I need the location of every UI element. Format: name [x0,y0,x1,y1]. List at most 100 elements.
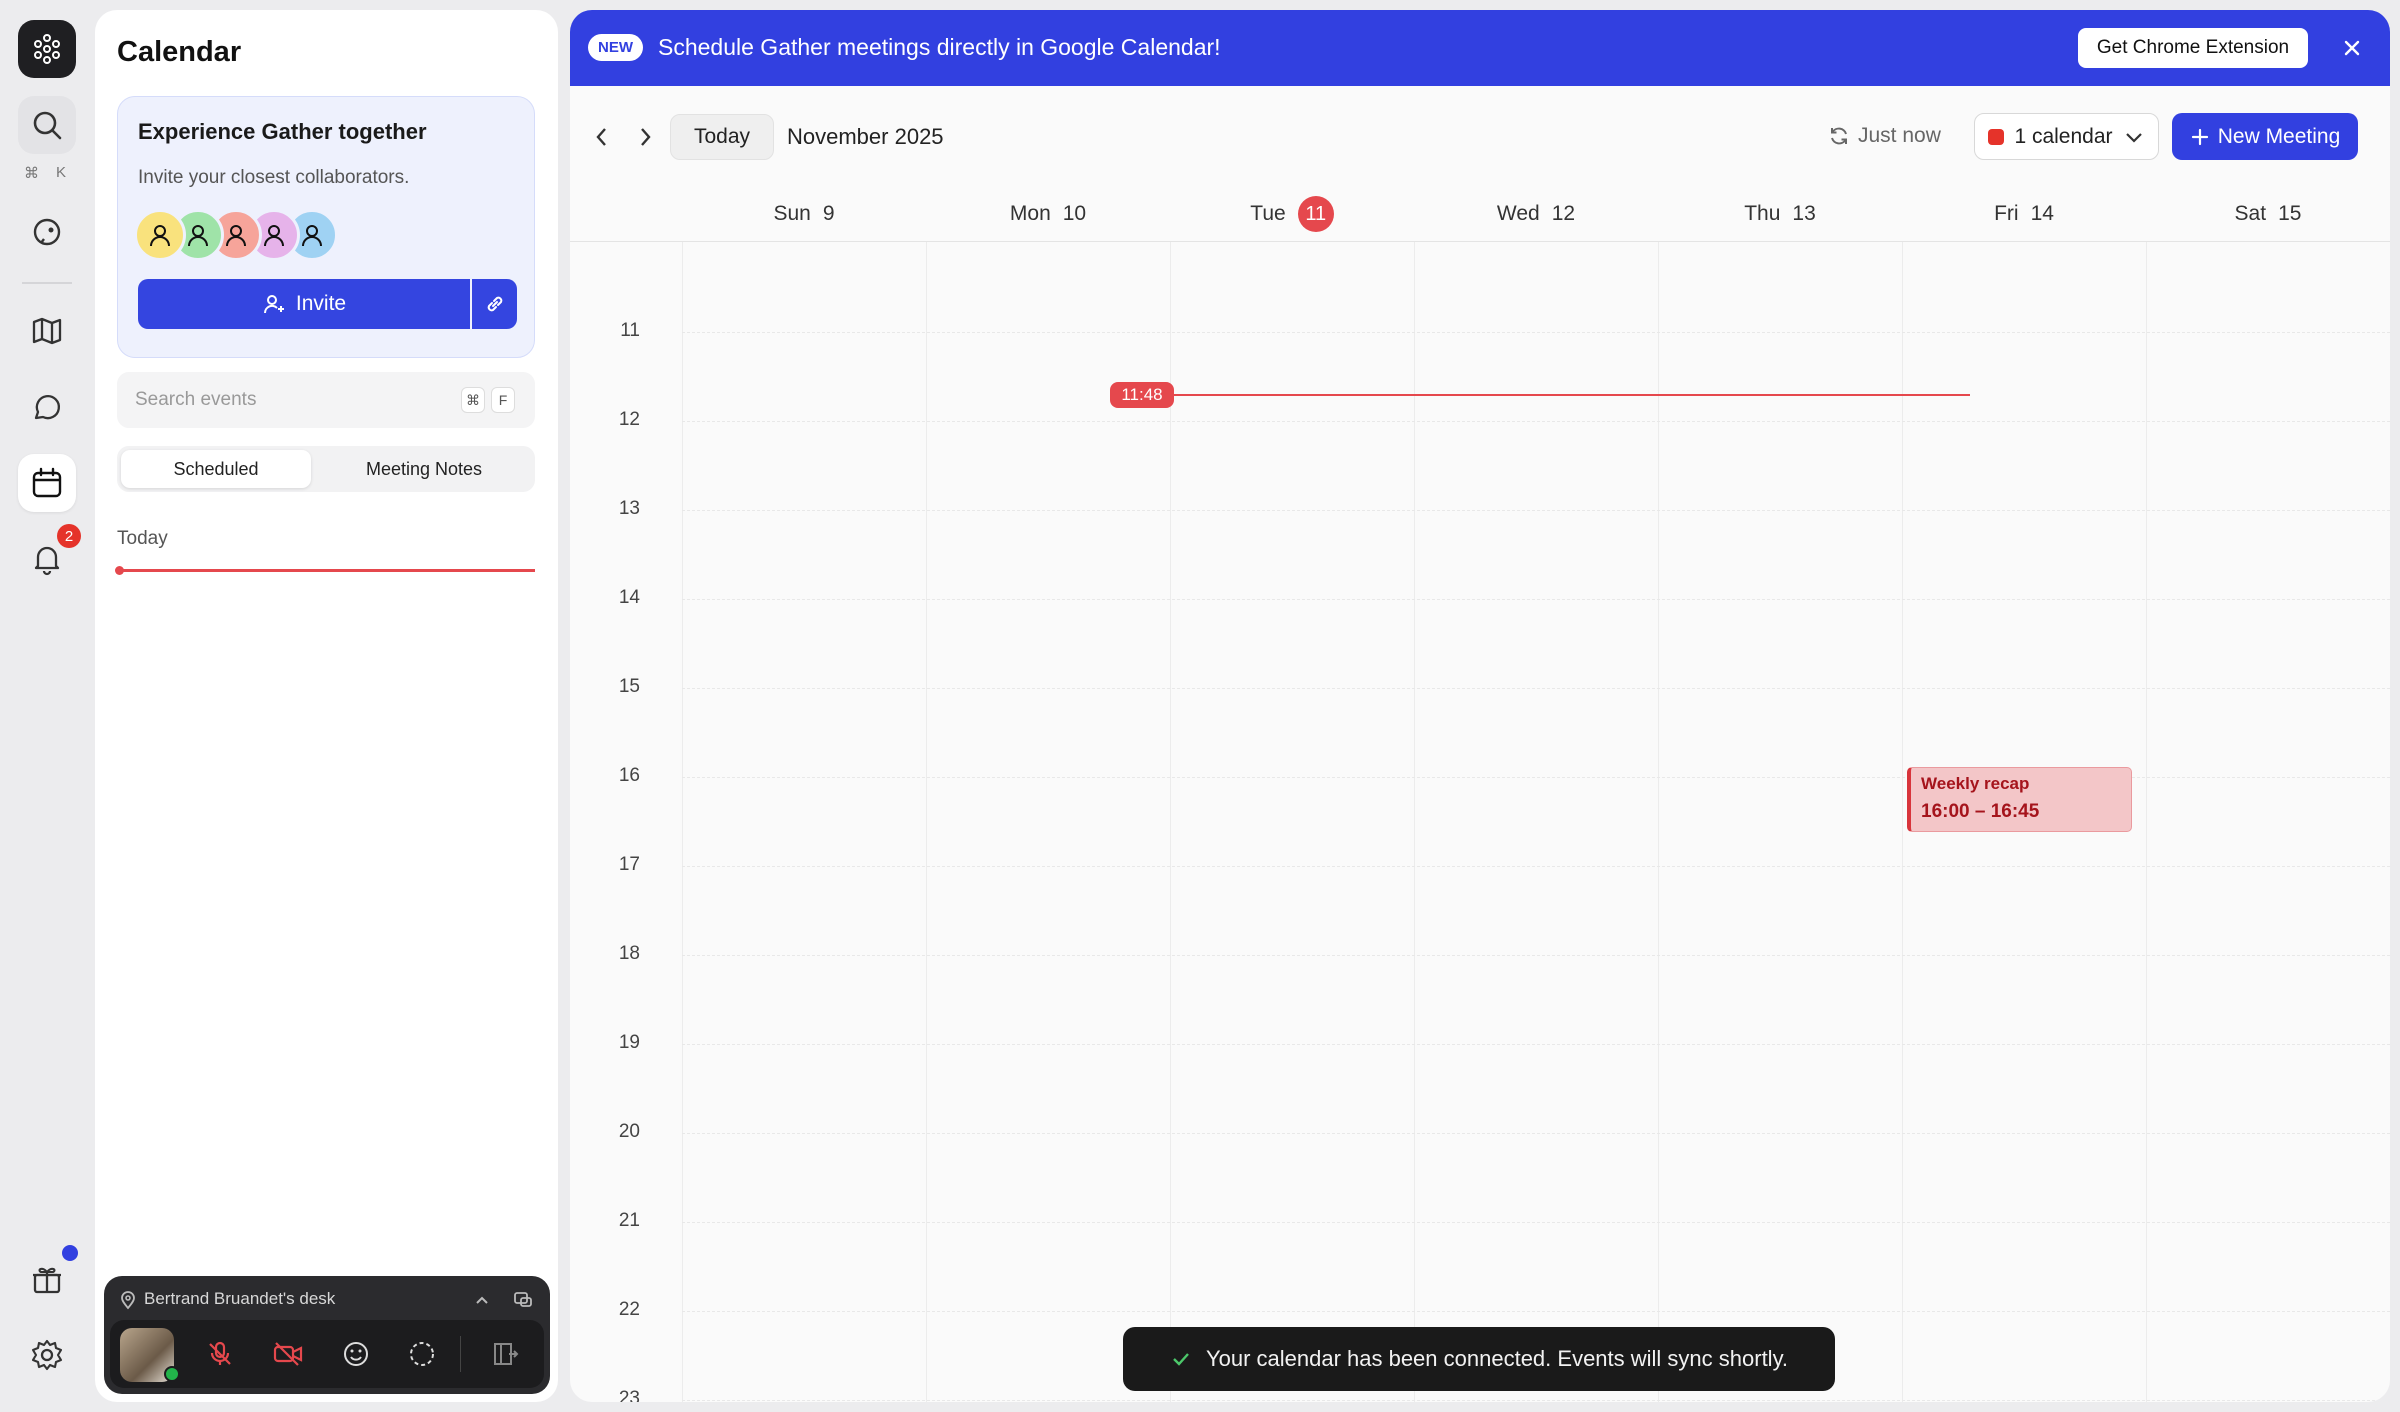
chevron-right-icon[interactable] [633,124,657,150]
mic-toggle[interactable] [200,1334,240,1374]
today-button[interactable]: Today [670,114,774,160]
event-weekly-recap[interactable]: Weekly recap 16:00 – 16:45 [1907,767,2132,832]
hour-gridline [682,1222,2390,1223]
now-indicator-line [121,569,535,572]
calendar-button[interactable] [18,454,76,512]
hour-label: 21 [618,1210,640,1231]
reactions-button[interactable] [336,1334,376,1374]
chat-icon [34,395,60,420]
day-name: Sun [773,202,811,225]
location-card: Bertrand Bruandet's desk [104,1276,550,1394]
day-header-thu[interactable]: Thu 13 [1658,196,1902,232]
avatar [134,209,186,261]
day-name: Wed [1496,202,1540,225]
chat-button[interactable] [18,378,76,436]
current-month: November 2025 [787,124,944,149]
hour-label: 11 [620,320,640,341]
hour-label: 16 [618,765,640,786]
sidebar-tabs: Scheduled Meeting Notes [117,446,535,492]
day-header-tue[interactable]: Tue 11 [1170,196,1414,232]
day-name: Sat [2234,202,2267,225]
calendar-selector[interactable]: 1 calendar [1974,113,2159,160]
hour-gridline [682,866,2390,867]
gather-logo-button[interactable] [18,20,76,78]
calendar-icon [32,467,62,498]
day-name: Mon [1009,202,1051,225]
gift-icon [33,1267,61,1294]
day-number: 9 [822,202,835,225]
new-badge: NEW [588,34,643,61]
close-icon[interactable] [2340,36,2364,60]
promo-banner: NEW Schedule Gather meetings directly in… [570,10,2390,86]
leave-button[interactable] [484,1334,524,1374]
day-number: 15 [2278,202,2302,225]
map-icon [32,317,62,345]
search-button[interactable] [18,96,76,154]
kbd-cmd: ⌘ [461,387,485,413]
hour-label: 17 [618,854,640,875]
hour-gridline [682,599,2390,600]
now-indicator-dot [115,566,124,575]
day-name: Thu [1744,202,1781,225]
hour-gridline [682,421,2390,422]
sync-status[interactable]: Just now [1828,124,1941,148]
bot-button[interactable] [18,204,76,262]
day-header-mon[interactable]: Mon 10 [926,196,1170,232]
toast-notification: Your calendar has been connected. Events… [1123,1327,1835,1391]
popout-icon[interactable] [512,1288,534,1310]
hour-gridline [682,510,2390,511]
hour-label: 23 [618,1388,640,1402]
media-controls [110,1320,544,1388]
day-header-wed[interactable]: Wed 12 [1414,196,1658,232]
new-meeting-label: New Meeting [2217,124,2341,148]
sync-label: Just now [1858,124,1941,147]
get-chrome-extension-button[interactable]: Get Chrome Extension [2078,28,2308,68]
day-header-sun[interactable]: Sun 9 [682,196,926,232]
hour-label: 18 [618,943,640,964]
hour-gridline [682,1311,2390,1312]
hour-label: 19 [618,1032,640,1053]
chevron-left-icon[interactable] [590,124,614,150]
banner-text: Schedule Gather meetings directly in Goo… [658,34,1221,60]
hour-label: 15 [618,676,640,697]
camera-toggle[interactable] [268,1334,308,1374]
invite-button[interactable]: Invite [138,279,470,329]
check-icon [1173,1353,1189,1366]
day-column-divider [1170,242,1171,1402]
screen-share-button[interactable] [402,1334,442,1374]
hour-gridline [682,955,2390,956]
week-grid[interactable] [682,242,2390,1402]
day-column-divider [926,242,927,1402]
chevron-up-icon[interactable] [472,1290,492,1310]
gather-logo-icon [34,34,60,64]
user-icon [226,225,246,247]
day-header-sat[interactable]: Sat 15 [2146,196,2390,232]
day-column-divider [1658,242,1659,1402]
map-button[interactable] [18,302,76,360]
hour-gridline [682,332,2390,333]
settings-button[interactable] [18,1326,76,1384]
tab-meeting-notes[interactable]: Meeting Notes [317,450,531,488]
day-column-divider [682,242,683,1402]
invite-promo-card: Experience Gather together Invite your c… [117,96,535,358]
copy-link-button[interactable] [472,279,517,329]
day-column-divider [1902,242,1903,1402]
search-icon [33,111,62,140]
tab-scheduled[interactable]: Scheduled [121,450,311,488]
today-section-label: Today [117,528,168,549]
hour-label: 12 [618,409,640,430]
day-number: 14 [2030,202,2054,225]
day-header-fri[interactable]: Fri 14 [1902,196,2146,232]
shortcut-cmd: ⌘ [24,165,39,182]
day-name: Fri [1994,202,2019,225]
sidebar-title: Calendar [117,36,242,68]
new-meeting-button[interactable]: New Meeting [2172,113,2358,160]
day-number: 10 [1062,202,1087,225]
search-events[interactable]: Search events ⌘ F [117,372,535,428]
left-rail: ⌘ K 2 [0,0,95,1412]
day-column-divider [2146,242,2147,1402]
hour-gridline [682,688,2390,689]
refresh-icon [1831,127,1847,145]
notification-badge: 2 [57,524,81,548]
day-name: Tue [1250,202,1286,225]
